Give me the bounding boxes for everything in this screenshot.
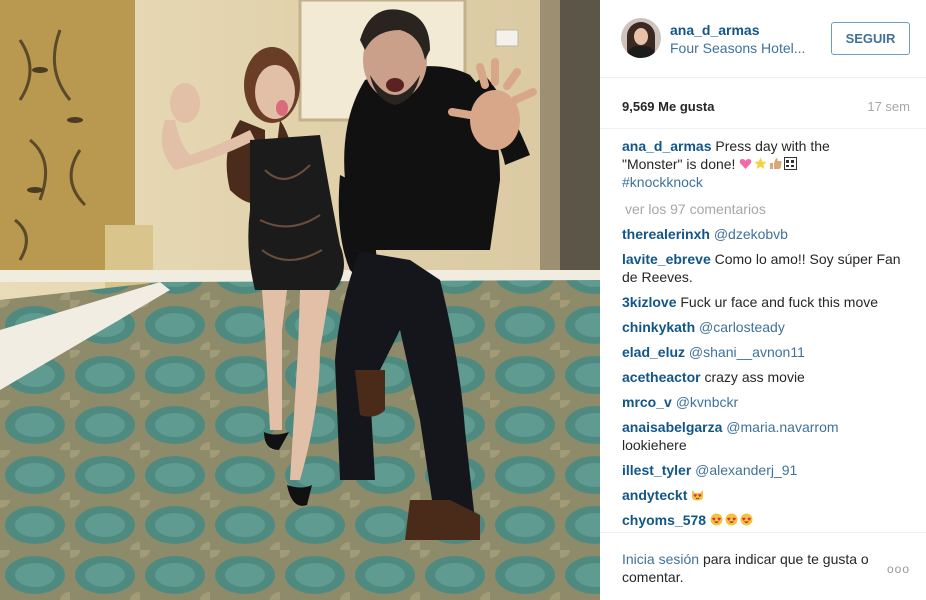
comment-username[interactable]: elad_eluz [622, 344, 685, 360]
comment-mention[interactable]: @dzekobvb [714, 226, 788, 242]
photo-illustration [0, 0, 600, 600]
thumbs-up-emoji [770, 158, 782, 169]
comment-mention[interactable]: @shani__avnon11 [689, 344, 805, 360]
sparkling-heart-emoji [740, 159, 752, 169]
free-sign-emoji [784, 157, 798, 170]
comment-username[interactable]: illest_tyler [622, 462, 691, 478]
comment-item: mrco_v @kvnbckr [622, 393, 912, 411]
heart-eyes-emoji [710, 513, 723, 526]
likes-count[interactable]: 9,569 Me gusta [622, 99, 715, 114]
comment-item: chyoms_578 [622, 511, 912, 529]
post-photo[interactable] [0, 0, 600, 600]
comment-username[interactable]: acetheactor [622, 369, 701, 385]
caption-username[interactable]: ana_d_armas [622, 138, 712, 154]
comment-username[interactable]: lavite_ebreve [622, 251, 711, 267]
comment-item: anaisabelgarza @maria.navarrom lookieher… [622, 418, 912, 454]
comment-text: Fuck ur face and fuck this move [680, 294, 879, 310]
comment-mention[interactable]: @kvnbckr [676, 394, 738, 410]
comments-section: ana_d_armas Press day with the "Monster"… [600, 128, 926, 532]
post-footer: Inicia sesión para indicar que te gusta … [600, 532, 926, 600]
comment-username[interactable]: mrco_v [622, 394, 672, 410]
heart-eyes-emoji [740, 513, 753, 526]
avatar-body [627, 46, 655, 58]
comment-username[interactable]: anaisabelgarza [622, 419, 722, 435]
comment-item: acetheactor crazy ass movie [622, 368, 912, 386]
comment-item: 3kizlove Fuck ur face and fuck this move [622, 293, 912, 311]
post-location[interactable]: Four Seasons Hotel... [670, 40, 805, 56]
avatar-face [634, 28, 648, 45]
avatar[interactable] [621, 18, 661, 58]
more-options-button[interactable]: ooo [887, 562, 910, 576]
comment-item: therealerinxh @dzekobvb [622, 225, 912, 243]
comment-username[interactable]: chyoms_578 [622, 512, 706, 528]
post-sidebar: ana_d_armas Four Seasons Hotel... SEGUIR… [600, 0, 926, 600]
comment-username[interactable]: therealerinxh [622, 226, 710, 242]
comment-text: crazy ass movie [704, 369, 805, 385]
view-all-comments-link[interactable]: ver los 97 comentarios [625, 201, 766, 217]
caption-hashtag[interactable]: #knockknock [622, 174, 703, 190]
login-prompt: Inicia sesión para indicar que te gusta … [622, 550, 882, 586]
comment-mention[interactable]: @carlosteady [699, 319, 785, 335]
post-header: ana_d_armas Four Seasons Hotel... SEGUIR [600, 0, 926, 78]
comment-item: elad_eluz @shani__avnon11 [622, 343, 912, 361]
post-timestamp[interactable]: 17 sem [867, 99, 910, 114]
heart-eyes-cat-emoji [692, 490, 704, 501]
comment-mention[interactable]: @maria.navarrom [726, 419, 838, 435]
comment-item: lavite_ebreve Como lo amo!! Soy súper Fa… [622, 250, 912, 286]
comment-item: chinkykath @carlosteady [622, 318, 912, 336]
post-stats: 9,569 Me gusta 17 sem [622, 99, 910, 119]
comment-username[interactable]: chinkykath [622, 319, 695, 335]
comment-item: illest_tyler @alexanderj_91 [622, 461, 912, 479]
heart-eyes-emoji [725, 513, 738, 526]
star-emoji [754, 157, 767, 169]
comment-item: andyteckt [622, 486, 912, 504]
follow-button[interactable]: SEGUIR [831, 22, 910, 55]
comment-username[interactable]: 3kizlove [622, 294, 676, 310]
post-caption: ana_d_armas Press day with the "Monster"… [622, 137, 882, 191]
comment-text: lookiehere [622, 437, 687, 453]
login-link[interactable]: Inicia sesión [622, 551, 699, 567]
comment-mention[interactable]: @alexanderj_91 [695, 462, 797, 478]
author-username[interactable]: ana_d_armas [670, 22, 760, 38]
comment-username[interactable]: andyteckt [622, 487, 687, 503]
